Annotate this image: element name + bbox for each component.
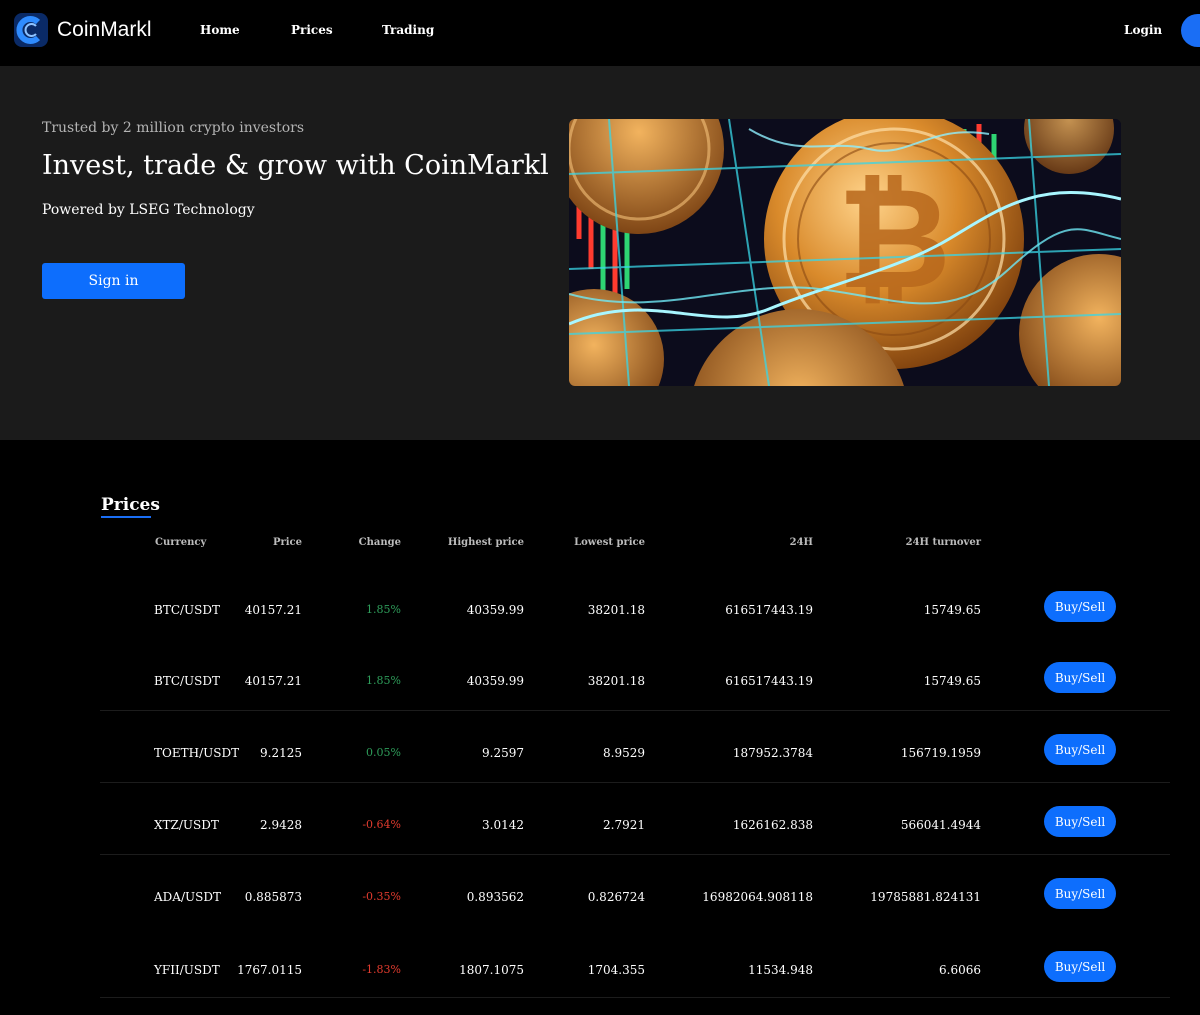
hero-eyebrow: Trusted by 2 million crypto investors <box>42 120 305 136</box>
row-divider <box>100 854 1170 855</box>
currency-pair-cell: BTC/USDT <box>154 674 221 688</box>
lowest-price-cell: 2.7921 <box>603 818 645 832</box>
row-divider <box>100 710 1170 711</box>
hero-powered-by: Powered by LSEG Technology <box>42 202 255 218</box>
column-header-currency: Currency <box>155 537 207 548</box>
bitcoin-hero-image: ₿ <box>569 119 1121 386</box>
column-header-24h-turnover: 24H turnover <box>905 537 981 548</box>
highest-price-cell: 3.0142 <box>482 818 524 832</box>
table-row: BTC/USDT 40157.21 1.85% 40359.99 38201.18 616… <box>100 575 1170 647</box>
column-header-lowest-price: Lowest price <box>574 537 645 548</box>
price-cell: 1767.0115 <box>237 963 302 977</box>
volume-24h-cell: 616517443.19 <box>725 674 813 688</box>
top-navbar: CoinMarkl Home Prices Trading Login S <box>0 0 1200 66</box>
price-cell: 2.9428 <box>260 818 302 832</box>
currency-pair-cell: TOETH/USDT <box>154 746 240 760</box>
buy-sell-button[interactable]: Buy/Sell <box>1044 591 1116 622</box>
turnover-24h-cell: 19785881.824131 <box>870 890 981 904</box>
highest-price-cell: 40359.99 <box>466 674 524 688</box>
column-header-24h: 24H <box>789 537 813 548</box>
turnover-24h-cell: 6.6066 <box>939 963 981 977</box>
column-header-highest-price: Highest price <box>447 537 524 548</box>
turnover-24h-cell: 15749.65 <box>923 603 981 617</box>
change-cell: -0.64% <box>362 818 401 831</box>
turnover-24h-cell: 156719.1959 <box>900 746 981 760</box>
table-row: ADA/USDT 0.885873 -0.35% 0.893562 0.826724 16… <box>100 862 1170 934</box>
volume-24h-cell: 616517443.19 <box>725 603 813 617</box>
nav-link-trading[interactable]: Trading <box>382 23 434 37</box>
row-divider <box>100 782 1170 783</box>
buy-sell-button[interactable]: Buy/Sell <box>1044 806 1116 837</box>
nav-link-prices[interactable]: Prices <box>291 23 333 37</box>
change-cell: -0.35% <box>362 890 401 903</box>
highest-price-cell: 40359.99 <box>466 603 524 617</box>
volume-24h-cell: 11534.948 <box>748 963 813 977</box>
change-cell: 0.05% <box>366 746 401 759</box>
currency-pair-cell: BTC/USDT <box>154 603 221 617</box>
buy-sell-button[interactable]: Buy/Sell <box>1044 878 1116 909</box>
price-cell: 0.885873 <box>244 890 302 904</box>
table-row: BTC/USDT 40157.21 1.85% 40359.99 38201.18 616… <box>100 646 1170 718</box>
volume-24h-cell: 1626162.838 <box>732 818 813 832</box>
highest-price-cell: 1807.1075 <box>459 963 524 977</box>
currency-pair-cell: XTZ/USDT <box>154 818 219 832</box>
brand-name[interactable]: CoinMarkl <box>57 18 152 42</box>
turnover-24h-cell: 566041.4944 <box>900 818 981 832</box>
hero-section: Trusted by 2 million crypto investors In… <box>0 66 1200 440</box>
change-cell: 1.85% <box>366 674 401 687</box>
lowest-price-cell: 1704.355 <box>587 963 645 977</box>
prices-title-underline <box>101 516 151 518</box>
price-cell: 40157.21 <box>244 603 302 617</box>
buy-sell-button[interactable]: Buy/Sell <box>1044 662 1116 693</box>
price-cell: 9.2125 <box>260 746 302 760</box>
row-divider <box>100 997 1170 998</box>
bitcoin-coins-illustration: ₿ <box>569 119 1121 386</box>
hero-sign-in-button[interactable]: Sign in <box>42 263 185 299</box>
buy-sell-button[interactable]: Buy/Sell <box>1044 951 1116 982</box>
lowest-price-cell: 0.826724 <box>587 890 645 904</box>
signup-button[interactable]: S <box>1181 14 1200 47</box>
lowest-price-cell: 38201.18 <box>587 603 645 617</box>
login-link[interactable]: Login <box>1124 23 1162 37</box>
lowest-price-cell: 38201.18 <box>587 674 645 688</box>
change-cell: 1.85% <box>366 603 401 616</box>
column-header-price: Price <box>272 537 302 548</box>
volume-24h-cell: 187952.3784 <box>732 746 813 760</box>
coinmarkl-logo-icon[interactable] <box>14 13 48 47</box>
price-cell: 40157.21 <box>244 674 302 688</box>
currency-pair-cell: ADA/USDT <box>154 890 221 904</box>
currency-pair-cell: YFII/USDT <box>154 963 220 977</box>
nav-link-home[interactable]: Home <box>200 23 240 37</box>
highest-price-cell: 9.2597 <box>482 746 524 760</box>
highest-price-cell: 0.893562 <box>466 890 524 904</box>
turnover-24h-cell: 15749.65 <box>923 674 981 688</box>
buy-sell-button[interactable]: Buy/Sell <box>1044 734 1116 765</box>
prices-section-title: Prices <box>101 495 160 515</box>
lowest-price-cell: 8.9529 <box>603 746 645 760</box>
table-row: TOETH/USDT 9.2125 0.05% 9.2597 8.9529 187952.… <box>100 718 1170 790</box>
svg-text:₿: ₿ <box>837 158 951 321</box>
column-header-change: Change <box>358 537 401 548</box>
volume-24h-cell: 16982064.908118 <box>702 890 813 904</box>
change-cell: -1.83% <box>362 963 401 976</box>
hero-headline: Invest, trade & grow with CoinMarkl <box>42 150 549 181</box>
table-row: XTZ/USDT 2.9428 -0.64% 3.0142 2.7921 1626162.… <box>100 790 1170 862</box>
